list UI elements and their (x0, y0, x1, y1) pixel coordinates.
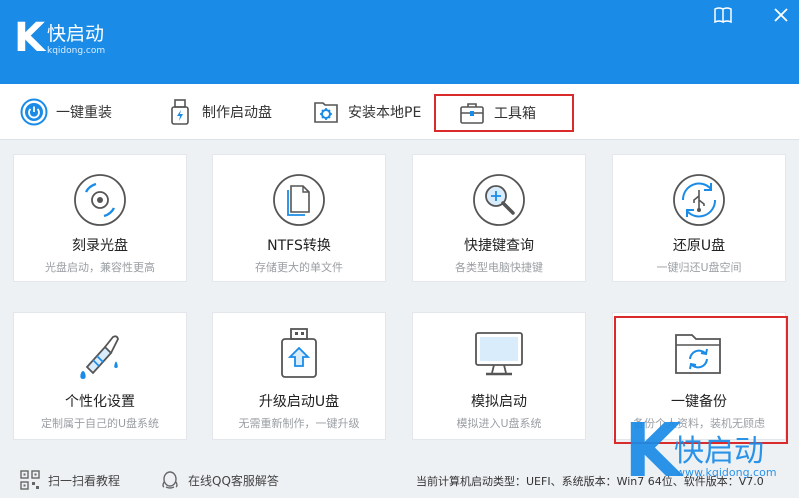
tool-subtitle: 模拟进入U盘系统 (456, 417, 542, 430)
qq-penguin-icon (160, 470, 180, 490)
close-icon[interactable] (770, 4, 792, 26)
upgrade-usb-icon (270, 325, 328, 383)
system-info-label: 当前计算机启动类型：UEFI、系统版本：Win7 64位、软件版本：V7.0 (416, 475, 764, 488)
tool-title: NTFS转换 (267, 238, 331, 254)
monitor-icon (470, 325, 528, 383)
app-logo: K 快启动 kqidong.com (14, 18, 105, 58)
tool-title: 升级启动U盘 (258, 394, 340, 410)
logo-domain: kqidong.com (47, 46, 106, 56)
tab-label: 安装本地PE (348, 105, 422, 121)
tool-subtitle: 存储更大的单文件 (255, 261, 343, 274)
logo-text: 快启动 kqidong.com (47, 18, 105, 57)
tool-subtitle: 无需重新制作，一键升级 (238, 417, 360, 430)
tool-subtitle: 光盘启动，兼容性更高 (45, 261, 155, 274)
tool-card-upgrade-boot-usb[interactable]: 升级启动U盘 无需重新制作，一键升级 (212, 312, 386, 440)
magnifier-icon (470, 171, 528, 229)
tool-title: 快捷键查询 (464, 238, 534, 254)
logo-name: 快启动 (47, 23, 105, 45)
tool-card-restore-usb[interactable]: 还原U盘 一键归还U盘空间 (612, 154, 786, 282)
cd-disc-icon (71, 171, 129, 229)
tab-label: 制作启动盘 (202, 105, 272, 121)
title-bar: K 快启动 kqidong.com (0, 0, 799, 84)
toolbox-icon (458, 99, 486, 127)
tool-card-ntfs-convert[interactable]: NTFS转换 存储更大的单文件 (212, 154, 386, 282)
tool-title: 模拟启动 (471, 394, 527, 410)
tool-card-burn-disc[interactable]: 刻录光盘 光盘启动，兼容性更高 (13, 154, 187, 282)
main-tab-bar: 一键重装 制作启动盘 安装本地PE 工具箱 (0, 84, 799, 140)
status-bar: 扫一扫看教程 在线QQ客服解答 当前计算机启动类型：UEFI、系统版本：Win7… (0, 462, 799, 498)
tab-install-local-pe[interactable]: 安装本地PE (312, 94, 421, 130)
tool-subtitle: 定制属于自己的U盘系统 (40, 417, 160, 430)
usb-drive-icon (166, 98, 194, 126)
tool-card-personalize[interactable]: 个性化设置 定制属于自己的U盘系统 (13, 312, 187, 440)
tab-make-boot-disk[interactable]: 制作启动盘 (166, 94, 272, 130)
pe-install-icon (312, 98, 340, 126)
tool-title: 还原U盘 (672, 238, 726, 254)
scan-tutorial-link[interactable]: 扫一扫看教程 (20, 470, 120, 490)
restore-usb-icon (670, 171, 728, 229)
help-book-icon[interactable] (712, 4, 734, 26)
tool-card-simulate-boot[interactable]: 模拟启动 模拟进入U盘系统 (412, 312, 586, 440)
paint-brush-icon (71, 325, 129, 383)
tool-subtitle: 各类型电脑快捷键 (455, 261, 543, 274)
tool-subtitle: 一键归还U盘空间 (656, 261, 742, 274)
scan-tutorial-label: 扫一扫看教程 (48, 473, 121, 488)
qr-code-icon (20, 470, 40, 490)
qq-support-link[interactable]: 在线QQ客服解答 (160, 470, 279, 490)
tab-toolbox[interactable]: 工具箱 (434, 94, 574, 132)
ntfs-convert-icon (270, 171, 328, 229)
tool-title: 个性化设置 (65, 394, 135, 410)
tool-card-one-key-backup[interactable]: 一键备份 备份个人资料，装机无顾虑 (612, 312, 786, 440)
tool-title: 一键备份 (671, 394, 727, 410)
qq-support-label: 在线QQ客服解答 (188, 473, 279, 488)
backup-folder-icon (670, 325, 728, 383)
tool-subtitle: 备份个人资料，装机无顾虑 (633, 417, 765, 430)
system-info-text: 当前计算机启动类型：UEFI、系统版本：Win7 64位、软件版本：V7.0 (416, 473, 764, 489)
logo-letter: K (14, 15, 45, 61)
power-icon (20, 98, 48, 126)
tool-title: 刻录光盘 (72, 238, 128, 254)
tab-one-key-reinstall[interactable]: 一键重装 (20, 94, 112, 130)
tool-card-shortcut-lookup[interactable]: 快捷键查询 各类型电脑快捷键 (412, 154, 586, 282)
tab-label: 工具箱 (494, 106, 536, 122)
tab-label: 一键重装 (56, 105, 112, 121)
